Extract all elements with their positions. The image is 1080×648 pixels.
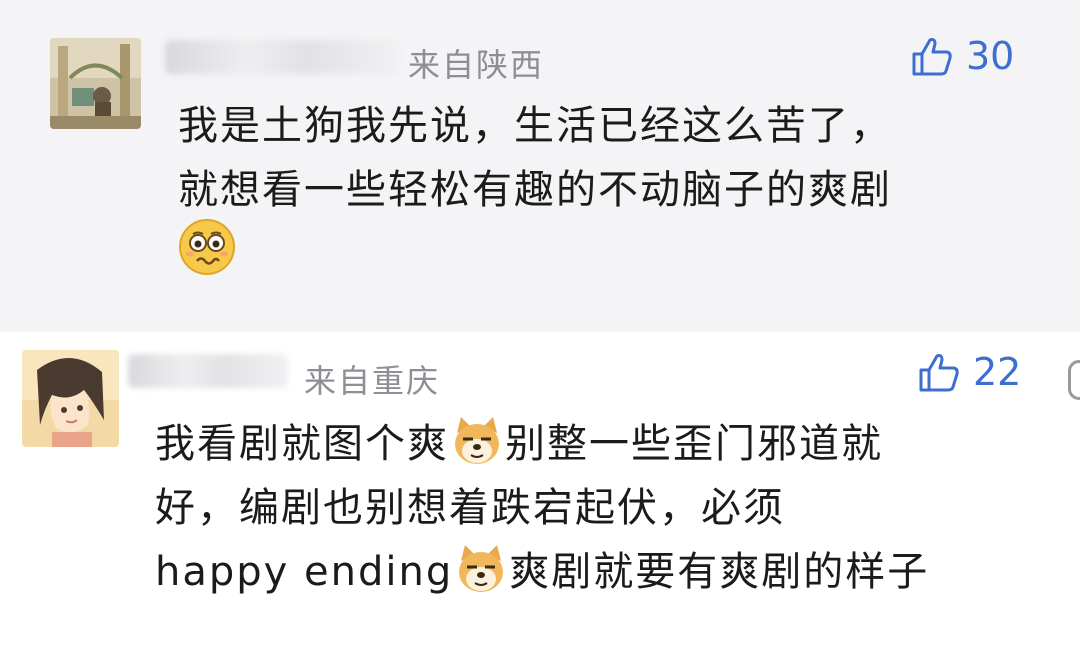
location-label: 来自重庆 [304, 362, 441, 400]
username-blurred[interactable] [128, 354, 288, 388]
worried-face-emoji [179, 219, 235, 275]
comment-line: 就想看一些轻松有趣的不动脑子的爽剧 [178, 167, 892, 213]
reply-icon-partial[interactable] [1068, 360, 1080, 400]
comment-line: 我看剧就图个爽 别整一些歪门邪道就 [155, 412, 1055, 476]
comment-line: happy ending 爽剧就要有爽剧的样子 [155, 540, 1055, 604]
comment-segment: 别整一些歪门邪道就 [505, 421, 883, 467]
comment-card: 来自陕西 30 我是土狗我先说，生活已经这么苦了， 就想看一些轻松有趣的不动脑子… [0, 0, 1080, 332]
thumbs-up-icon [919, 354, 959, 392]
doge-emoji [459, 545, 504, 592]
thumbs-up-icon [912, 38, 952, 76]
comment-segment: 爽剧就要有爽剧的样子 [509, 549, 930, 595]
comment-segment: 我看剧就图个爽 [155, 421, 449, 467]
doge-emoji [455, 417, 499, 464]
like-count: 30 [966, 34, 1015, 78]
comment-card: 来自重庆 22 我看剧就图个爽 别整一些歪门邪道就 好，编剧也别想着跌宕起伏，必… [0, 332, 1080, 648]
avatar[interactable] [22, 350, 119, 447]
avatar[interactable] [50, 38, 141, 129]
comment-segment: happy ending [155, 549, 454, 595]
like-button[interactable]: 30 [910, 34, 1014, 78]
comment-text: 我是土狗我先说，生活已经这么苦了， 就想看一些轻松有趣的不动脑子的爽剧 [178, 94, 1038, 222]
like-count: 22 [973, 350, 1022, 394]
comment-line: 我是土狗我先说，生活已经这么苦了， [178, 103, 892, 149]
location-label: 来自陕西 [408, 46, 545, 84]
like-button[interactable]: 22 [917, 350, 1021, 394]
username-blurred[interactable] [165, 40, 400, 74]
comment-line: 好，编剧也别想着跌宕起伏，必须 [155, 485, 785, 531]
comment-text: 我看剧就图个爽 别整一些歪门邪道就 好，编剧也别想着跌宕起伏，必须 happy … [155, 412, 1055, 604]
